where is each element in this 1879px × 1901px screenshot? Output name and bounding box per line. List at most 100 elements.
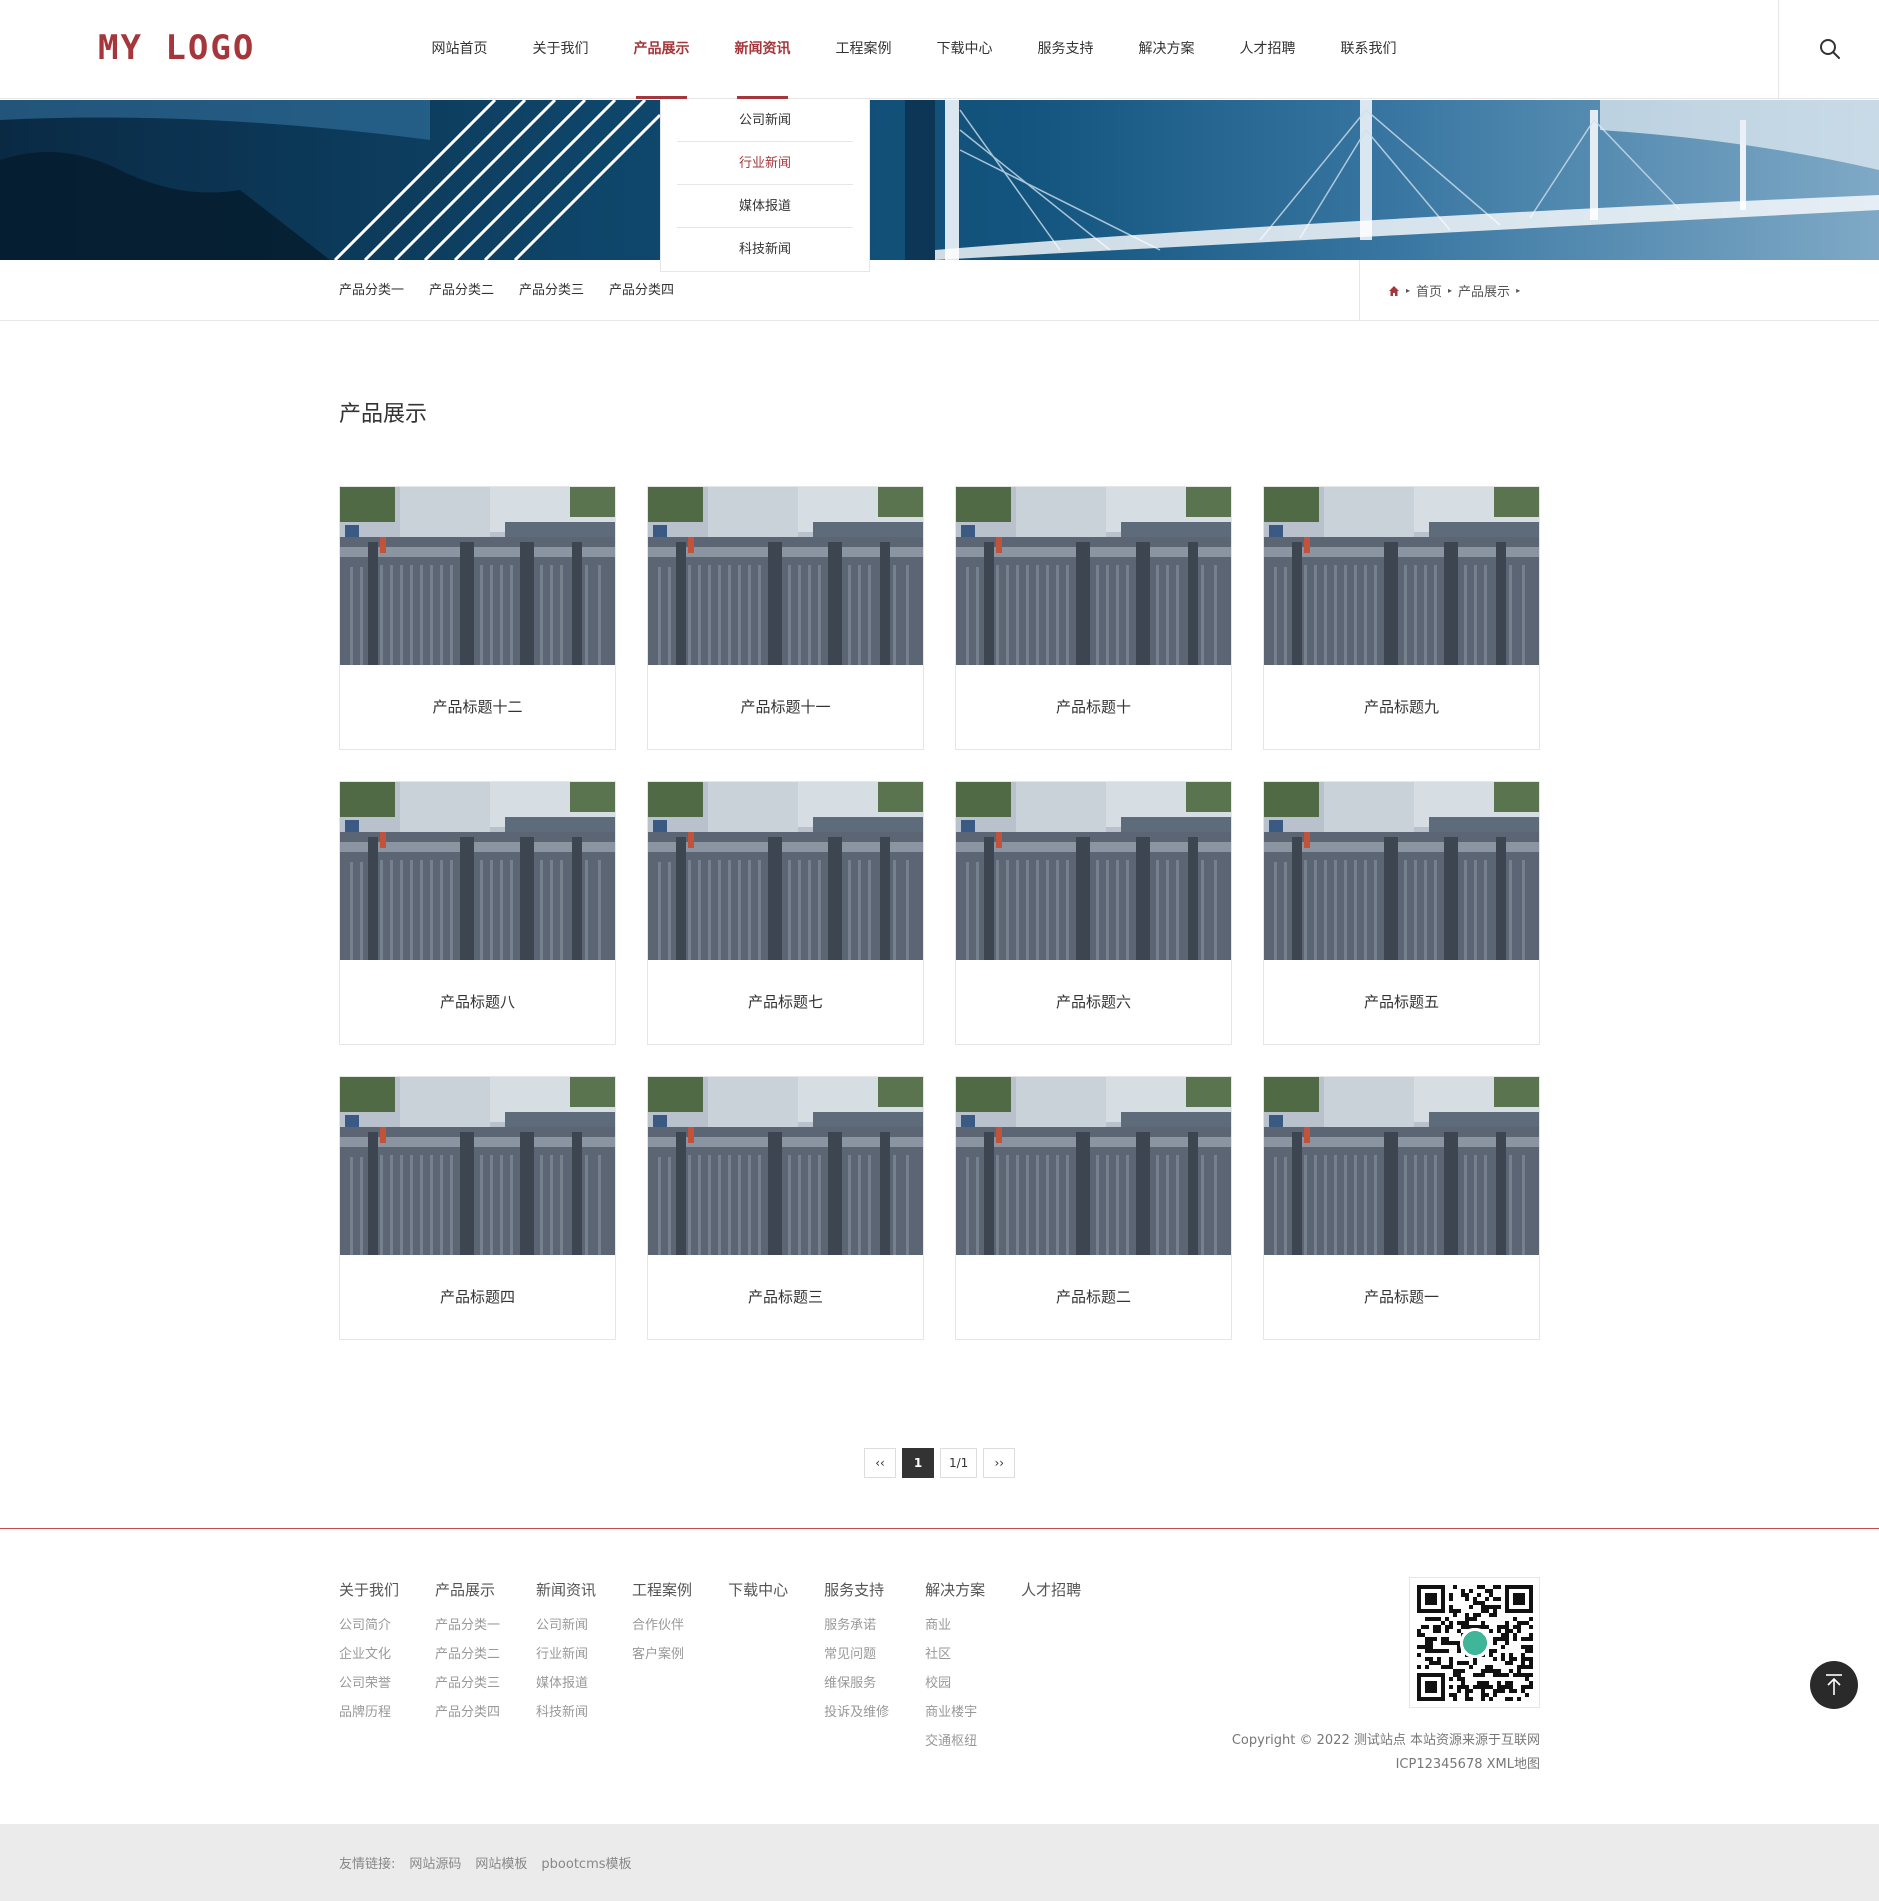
product-card[interactable]: 产品标题八 (339, 781, 616, 1045)
footer-link[interactable]: 投诉及维修 (824, 1698, 889, 1727)
nav-item-solutions[interactable]: 解决方案 (1116, 0, 1217, 99)
product-title[interactable]: 产品标题六 (956, 960, 1231, 1044)
product-title[interactable]: 产品标题四 (340, 1255, 615, 1339)
category-link[interactable]: 产品分类三 (519, 260, 584, 321)
footer-link[interactable]: 公司新闻 (536, 1611, 596, 1640)
footer-column: 新闻资讯公司新闻 行业新闻 媒体报道 科技新闻 (536, 1579, 596, 1756)
product-title[interactable]: 产品标题二 (956, 1255, 1231, 1339)
nav-item-about[interactable]: 关于我们 (510, 0, 611, 99)
breadcrumb-current[interactable]: 产品展示 (1458, 281, 1510, 300)
product-card[interactable]: 产品标题二 (955, 1076, 1232, 1340)
footer-link[interactable]: 社区 (925, 1640, 985, 1669)
footer-link[interactable]: 产品分类三 (435, 1669, 500, 1698)
friend-link[interactable]: 网站源码 (409, 1853, 461, 1872)
footer-link[interactable]: 交通枢纽 (925, 1727, 985, 1756)
footer-column-title[interactable]: 工程案例 (632, 1579, 692, 1599)
footer-column-title[interactable]: 解决方案 (925, 1579, 985, 1599)
footer-link[interactable]: 客户案例 (632, 1640, 692, 1669)
footer-column-title[interactable]: 新闻资讯 (536, 1579, 596, 1599)
product-image[interactable] (956, 782, 1231, 960)
product-title[interactable]: 产品标题十 (956, 665, 1231, 749)
footer-link[interactable]: 公司简介 (339, 1611, 399, 1640)
category-link[interactable]: 产品分类一 (339, 260, 404, 321)
product-title[interactable]: 产品标题十一 (648, 665, 923, 749)
product-image[interactable] (956, 1077, 1231, 1255)
product-image[interactable] (340, 1077, 615, 1255)
next-page-button[interactable]: ›› (983, 1448, 1016, 1478)
page-banner (0, 100, 1879, 260)
dropdown-item-media-reports[interactable]: 媒体报道 (677, 185, 853, 228)
nav-item-home[interactable]: 网站首页 (409, 0, 510, 99)
footer-column-title[interactable]: 关于我们 (339, 1579, 399, 1599)
product-title[interactable]: 产品标题十二 (340, 665, 615, 749)
footer-column-title[interactable]: 服务支持 (824, 1579, 889, 1599)
footer-link[interactable]: 校园 (925, 1669, 985, 1698)
nav-item-service[interactable]: 服务支持 (1015, 0, 1116, 99)
product-card[interactable]: 产品标题十 (955, 486, 1232, 750)
footer-link[interactable]: 行业新闻 (536, 1640, 596, 1669)
breadcrumb-home[interactable]: 首页 (1416, 281, 1442, 300)
product-card[interactable]: 产品标题十二 (339, 486, 616, 750)
product-card[interactable]: 产品标题九 (1263, 486, 1540, 750)
product-image[interactable] (648, 487, 923, 665)
footer-link[interactable]: 维保服务 (824, 1669, 889, 1698)
dropdown-item-company-news[interactable]: 公司新闻 (677, 99, 853, 142)
product-title[interactable]: 产品标题九 (1264, 665, 1539, 749)
nav-item-news[interactable]: 新闻资讯 (712, 0, 813, 99)
footer-link[interactable]: 合作伙伴 (632, 1611, 692, 1640)
product-image[interactable] (1264, 1077, 1539, 1255)
footer-link[interactable]: 媒体报道 (536, 1669, 596, 1698)
friend-link[interactable]: 网站模板 (475, 1853, 527, 1872)
product-image[interactable] (340, 782, 615, 960)
dropdown-item-tech-news[interactable]: 科技新闻 (677, 228, 853, 271)
nav-item-contact[interactable]: 联系我们 (1318, 0, 1419, 99)
footer-link[interactable]: 产品分类四 (435, 1698, 500, 1727)
product-title[interactable]: 产品标题七 (648, 960, 923, 1044)
footer-link[interactable]: 公司荣誉 (339, 1669, 399, 1698)
product-image[interactable] (648, 782, 923, 960)
product-title[interactable]: 产品标题一 (1264, 1255, 1539, 1339)
product-card[interactable]: 产品标题四 (339, 1076, 616, 1340)
product-image[interactable] (340, 487, 615, 665)
nav-item-download[interactable]: 下载中心 (914, 0, 1015, 99)
footer-link[interactable]: 服务承诺 (824, 1611, 889, 1640)
copyright: Copyright © 2022 测试站点 本站资源来源于互联网 ICP1234… (1232, 1729, 1540, 1777)
footer-column-title[interactable]: 产品展示 (435, 1579, 500, 1599)
current-page-button[interactable]: 1 (902, 1448, 934, 1478)
product-card[interactable]: 产品标题三 (647, 1076, 924, 1340)
friend-link[interactable]: pbootcms模板 (541, 1853, 631, 1872)
product-title[interactable]: 产品标题三 (648, 1255, 923, 1339)
footer-link[interactable]: 常见问题 (824, 1640, 889, 1669)
footer-link[interactable]: 商业 (925, 1611, 985, 1640)
product-card[interactable]: 产品标题五 (1263, 781, 1540, 1045)
footer-link[interactable]: 产品分类二 (435, 1640, 500, 1669)
nav-item-jobs[interactable]: 人才招聘 (1217, 0, 1318, 99)
prev-page-button[interactable]: ‹‹ (864, 1448, 896, 1478)
product-card[interactable]: 产品标题十一 (647, 486, 924, 750)
product-title[interactable]: 产品标题八 (340, 960, 615, 1044)
footer-link[interactable]: 企业文化 (339, 1640, 399, 1669)
footer-column-title[interactable]: 下载中心 (728, 1579, 788, 1599)
dropdown-item-industry-news[interactable]: 行业新闻 (677, 142, 853, 185)
footer-column-title[interactable]: 人才招聘 (1021, 1579, 1081, 1599)
footer-link[interactable]: 产品分类一 (435, 1611, 500, 1640)
footer-link[interactable]: 品牌历程 (339, 1698, 399, 1727)
logo[interactable]: MY LOGO (98, 28, 255, 68)
search-button[interactable] (1778, 0, 1879, 99)
product-image[interactable] (956, 487, 1231, 665)
nav-item-cases[interactable]: 工程案例 (813, 0, 914, 99)
home-icon[interactable] (1388, 285, 1400, 297)
product-card[interactable]: 产品标题一 (1263, 1076, 1540, 1340)
footer-link[interactable]: 商业楼宇 (925, 1698, 985, 1727)
product-title[interactable]: 产品标题五 (1264, 960, 1539, 1044)
icp-text[interactable]: ICP12345678 XML地图 (1232, 1753, 1540, 1777)
product-image[interactable] (1264, 782, 1539, 960)
product-card[interactable]: 产品标题七 (647, 781, 924, 1045)
product-card[interactable]: 产品标题六 (955, 781, 1232, 1045)
category-link[interactable]: 产品分类二 (429, 260, 494, 321)
product-image[interactable] (1264, 487, 1539, 665)
nav-item-products[interactable]: 产品展示 (611, 0, 712, 99)
footer-link[interactable]: 科技新闻 (536, 1698, 596, 1727)
back-to-top-button[interactable] (1810, 1661, 1858, 1709)
product-image[interactable] (648, 1077, 923, 1255)
